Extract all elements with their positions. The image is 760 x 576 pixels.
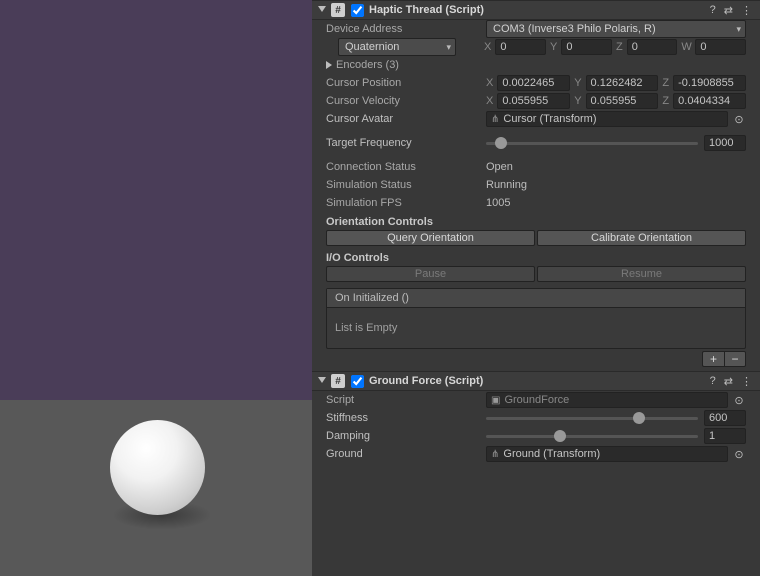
menu-icon[interactable]: ⋮ (741, 4, 752, 17)
foldout-icon[interactable] (316, 375, 328, 387)
connection-status-value: Open (486, 161, 513, 173)
slider-thumb[interactable] (633, 412, 645, 424)
object-picker-icon[interactable]: ⊙ (732, 113, 746, 126)
cursor-vel-y[interactable] (586, 93, 659, 109)
connection-status-label: Connection Status (326, 161, 486, 173)
quat-y-field[interactable] (561, 39, 612, 55)
cursor-avatar-label: Cursor Avatar (326, 113, 486, 125)
cursor-pos-x[interactable] (497, 75, 570, 91)
haptic-thread-header[interactable]: # Haptic Thread (Script) ? ⇄ ⋮ (312, 0, 760, 20)
script-label: Script (326, 394, 486, 406)
event-header: On Initialized () (327, 289, 745, 308)
cursor-position-label: Cursor Position (326, 77, 486, 89)
on-initialized-event: On Initialized () List is Empty (326, 288, 746, 349)
script-icon: # (331, 374, 345, 388)
cursor-sphere (110, 420, 205, 515)
quat-w-field[interactable] (695, 39, 746, 55)
damping-field[interactable] (704, 428, 746, 444)
help-icon[interactable]: ? (710, 375, 716, 388)
script-ref-icon: ▣ (491, 395, 500, 406)
enable-checkbox[interactable] (351, 4, 364, 17)
quat-z-field[interactable] (627, 39, 678, 55)
script-icon: # (331, 3, 345, 17)
io-controls-label: I/O Controls (312, 248, 760, 266)
quat-x-field[interactable] (495, 39, 546, 55)
cursor-velocity-label: Cursor Velocity (326, 95, 486, 107)
orientation-controls-label: Orientation Controls (312, 212, 760, 230)
simulation-status-value: Running (486, 179, 527, 191)
cursor-pos-z[interactable] (673, 75, 746, 91)
ground-object-field[interactable]: ⋔Ground (Transform) (486, 446, 728, 462)
pause-button[interactable]: Pause (326, 266, 535, 282)
axis-x-label: X (484, 41, 491, 53)
preset-icon[interactable]: ⇄ (724, 375, 733, 388)
cursor-avatar-field[interactable]: ⋔Cursor (Transform) (486, 111, 728, 127)
viewport-sky (0, 0, 312, 400)
stiffness-slider[interactable] (486, 417, 698, 420)
inspector-panel: # Haptic Thread (Script) ? ⇄ ⋮ Device Ad… (312, 0, 760, 576)
component-title: Haptic Thread (Script) (369, 4, 710, 16)
encoders-label[interactable]: Encoders (3) (336, 59, 399, 71)
ground-label: Ground (326, 448, 486, 460)
transform-icon: ⋔ (491, 449, 499, 460)
axis-z-label: Z (616, 41, 623, 53)
target-frequency-field[interactable] (704, 135, 746, 151)
stiffness-field[interactable] (704, 410, 746, 426)
object-picker-icon[interactable]: ⊙ (732, 394, 746, 407)
simulation-status-label: Simulation Status (326, 179, 486, 191)
stiffness-label: Stiffness (326, 412, 486, 424)
ground-force-header[interactable]: # Ground Force (Script) ? ⇄ ⋮ (312, 371, 760, 391)
add-listener-button[interactable]: + (702, 351, 724, 367)
query-orientation-button[interactable]: Query Orientation (326, 230, 535, 246)
axis-y-label: Y (550, 41, 557, 53)
foldout-icon[interactable] (316, 4, 328, 16)
component-title: Ground Force (Script) (369, 375, 710, 387)
rotation-mode-dropdown[interactable]: Quaternion (338, 38, 456, 56)
resume-button[interactable]: Resume (537, 266, 746, 282)
transform-icon: ⋔ (491, 114, 499, 125)
simulation-fps-value: 1005 (486, 197, 510, 209)
help-icon[interactable]: ? (710, 4, 716, 17)
target-frequency-label: Target Frequency (326, 137, 486, 149)
enable-checkbox[interactable] (351, 375, 364, 388)
slider-thumb[interactable] (554, 430, 566, 442)
preset-icon[interactable]: ⇄ (724, 4, 733, 17)
cursor-pos-y[interactable] (586, 75, 659, 91)
damping-label: Damping (326, 430, 486, 442)
target-frequency-slider[interactable] (486, 142, 698, 145)
slider-thumb[interactable] (495, 137, 507, 149)
script-field: ▣GroundForce (486, 392, 728, 408)
remove-listener-button[interactable]: − (724, 351, 746, 367)
viewport-ground (0, 400, 312, 576)
device-address-dropdown[interactable]: COM3 (Inverse3 Philo Polaris, R) (486, 20, 746, 38)
cursor-vel-x[interactable] (497, 93, 570, 109)
device-address-label: Device Address (326, 23, 486, 35)
event-empty-text: List is Empty (327, 308, 745, 348)
simulation-fps-label: Simulation FPS (326, 197, 486, 209)
menu-icon[interactable]: ⋮ (741, 375, 752, 388)
cursor-vel-z[interactable] (673, 93, 746, 109)
encoders-foldout-icon[interactable] (324, 59, 336, 71)
object-picker-icon[interactable]: ⊙ (732, 448, 746, 461)
axis-w-label: W (681, 41, 691, 53)
calibrate-orientation-button[interactable]: Calibrate Orientation (537, 230, 746, 246)
damping-slider[interactable] (486, 435, 698, 438)
scene-viewport (0, 0, 312, 576)
